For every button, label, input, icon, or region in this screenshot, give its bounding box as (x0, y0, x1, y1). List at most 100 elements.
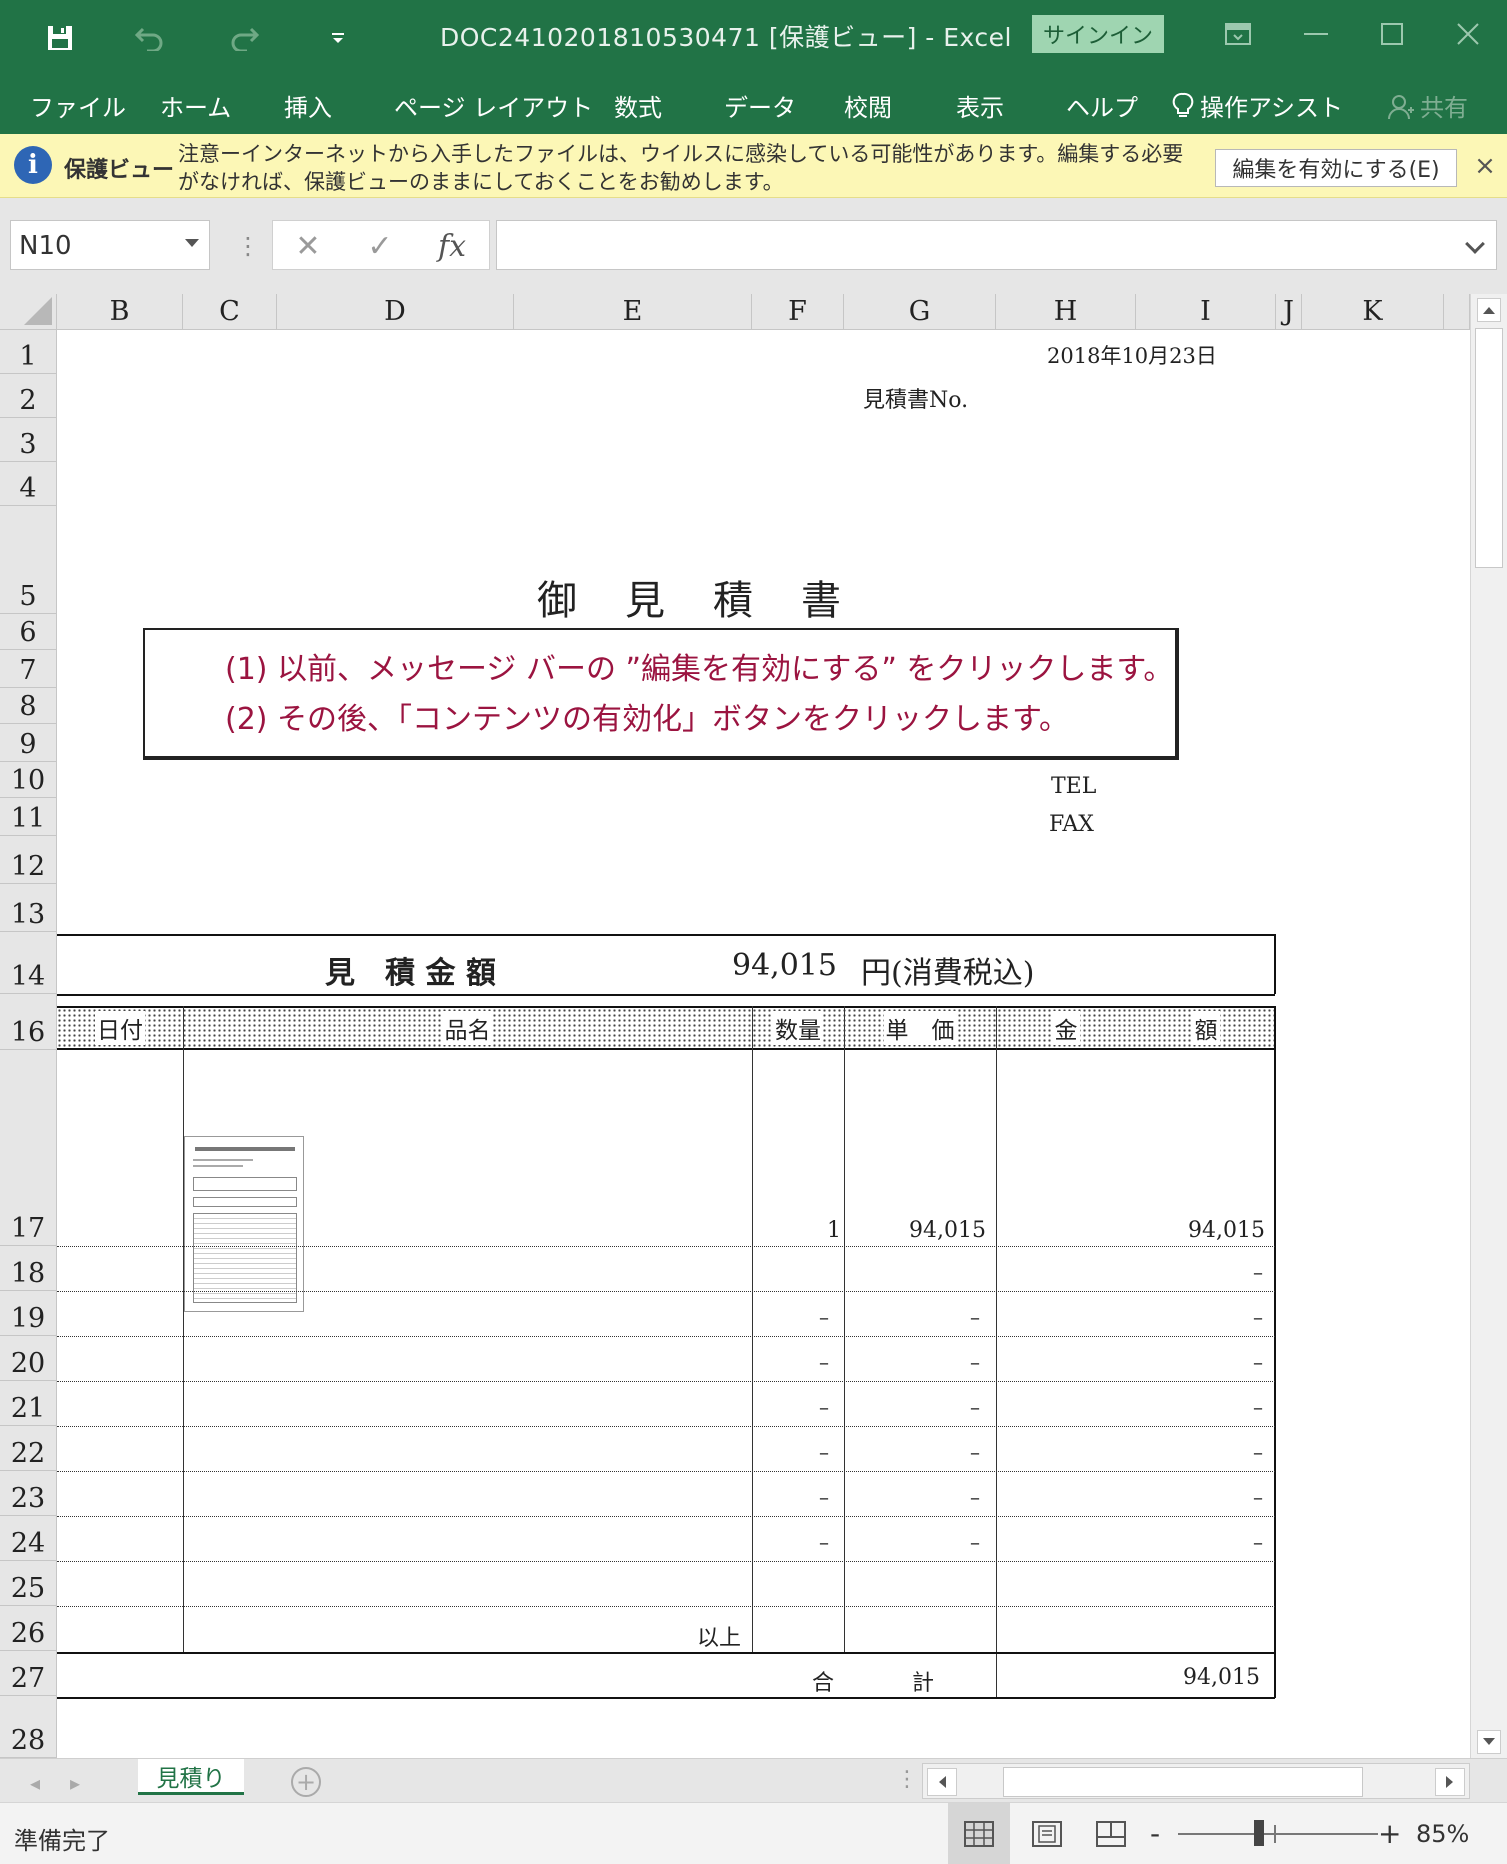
row-header-19[interactable]: 19 (0, 1291, 57, 1336)
row-header-2[interactable]: 2 (0, 374, 57, 418)
item-unit-price[interactable]: 94,015 (909, 1218, 986, 1243)
scroll-up-icon[interactable] (1477, 298, 1501, 322)
tab-data[interactable]: データ (724, 88, 796, 123)
fax-label[interactable]: FAX (1049, 812, 1094, 837)
name-box[interactable]: N10 (10, 220, 210, 270)
dash-r21-amount[interactable]: – (1253, 1395, 1263, 1419)
zoom-slider-knob[interactable] (1254, 1820, 1264, 1846)
protected-view-close-button[interactable]: × (1470, 148, 1500, 184)
total-label-b[interactable]: 計 (912, 1665, 934, 1697)
signin-button[interactable]: サインイン (1032, 15, 1164, 53)
add-sheet-button[interactable]: + (291, 1767, 321, 1797)
row-header-17[interactable]: 17 (0, 1050, 57, 1246)
close-icon[interactable] (1438, 8, 1498, 60)
minimize-icon[interactable] (1286, 8, 1346, 60)
dash-r18-amount[interactable]: – (1253, 1260, 1263, 1284)
column-header-b[interactable]: B (57, 294, 183, 330)
row-header-7[interactable]: 7 (0, 650, 57, 688)
select-all-corner[interactable] (0, 294, 57, 330)
expand-formula-icon[interactable] (1465, 234, 1485, 254)
formula-input[interactable] (496, 220, 1497, 270)
row-header-27[interactable]: 27 (0, 1651, 57, 1696)
scroll-left-icon[interactable] (927, 1768, 957, 1796)
dash-r23-qty[interactable]: – (819, 1485, 829, 1509)
cancel-icon[interactable]: ✕ (283, 227, 333, 265)
normal-view-icon[interactable] (948, 1803, 1010, 1864)
end-label[interactable]: 以上 (697, 1620, 741, 1652)
undo-icon[interactable] (122, 10, 178, 66)
next-sheet-icon[interactable]: ▸ (70, 1771, 80, 1795)
page-layout-view-icon[interactable] (1016, 1803, 1078, 1864)
header-date[interactable]: 日付 (57, 1010, 183, 1046)
row-header-18[interactable]: 18 (0, 1246, 57, 1291)
row-header-24[interactable]: 24 (0, 1516, 57, 1561)
row-header-1[interactable]: 1 (0, 330, 57, 374)
tel-label[interactable]: TEL (1051, 774, 1096, 799)
redo-icon[interactable] (216, 10, 272, 66)
total-value[interactable]: 94,015 (1183, 1665, 1260, 1690)
dash-r20-amount[interactable]: – (1253, 1350, 1263, 1374)
tab-formulas[interactable]: 数式 (614, 88, 662, 123)
column-header-e[interactable]: E (514, 294, 752, 330)
row-header-9[interactable]: 9 (0, 724, 57, 762)
column-header-c[interactable]: C (183, 294, 277, 330)
enter-icon[interactable]: ✓ (355, 227, 405, 265)
dash-r23-price[interactable]: – (970, 1485, 980, 1509)
sheet-content[interactable]: 2018年10月23日 見積書No. 御 見 積 書 (1) 以前、メッセージ … (57, 330, 1470, 1758)
row-header-8[interactable]: 8 (0, 688, 57, 724)
row-header-23[interactable]: 23 (0, 1471, 57, 1516)
customize-qat-icon[interactable] (310, 10, 366, 66)
date-cell[interactable]: 2018年10月23日 (1047, 340, 1217, 370)
row-header-12[interactable]: 12 (0, 836, 57, 884)
share-button[interactable]: 共有 (1388, 88, 1468, 126)
chevron-down-icon[interactable] (185, 239, 199, 247)
amount-suffix[interactable]: 円(消費税込) (861, 948, 1034, 992)
embedded-document-image[interactable] (184, 1136, 304, 1312)
dash-r19-price[interactable]: – (970, 1305, 980, 1329)
estimate-number-label[interactable]: 見積書No. (863, 382, 968, 414)
horizontal-scroll-thumb[interactable] (1003, 1767, 1363, 1797)
tab-home[interactable]: ホーム (160, 88, 231, 123)
scroll-down-icon[interactable] (1477, 1730, 1501, 1754)
row-header-21[interactable]: 21 (0, 1381, 57, 1426)
column-header-g[interactable]: G (844, 294, 996, 330)
row-header-4[interactable]: 4 (0, 462, 57, 506)
header-unit-price[interactable]: 単 価 (844, 1010, 996, 1046)
dash-r21-price[interactable]: – (970, 1395, 980, 1419)
column-header-j[interactable]: J (1276, 294, 1302, 330)
item-amount[interactable]: 94,015 (1188, 1218, 1265, 1243)
dash-r24-qty[interactable]: – (819, 1530, 829, 1554)
dash-r19-amount[interactable]: – (1253, 1305, 1263, 1329)
ribbon-display-icon[interactable] (1208, 8, 1268, 60)
total-label-a[interactable]: 合 (812, 1665, 834, 1697)
vertical-scroll-thumb[interactable] (1475, 328, 1503, 568)
tab-insert[interactable]: 挿入 (284, 88, 332, 123)
header-item[interactable]: 品名 (183, 1010, 752, 1046)
dash-r19-qty[interactable]: – (819, 1305, 829, 1329)
dash-r21-qty[interactable]: – (819, 1395, 829, 1419)
prev-sheet-icon[interactable]: ◂ (30, 1771, 40, 1795)
row-header-20[interactable]: 20 (0, 1336, 57, 1381)
dash-r24-price[interactable]: – (970, 1530, 980, 1554)
zoom-in-button[interactable]: + (1378, 1817, 1401, 1850)
maximize-icon[interactable] (1362, 8, 1422, 60)
zoom-level[interactable]: 85% (1416, 1820, 1469, 1848)
amount-label[interactable]: 見 積 金 額 (325, 948, 496, 992)
sheet-tab-estimate[interactable]: 見積り (138, 1759, 244, 1795)
row-header-13[interactable]: 13 (0, 884, 57, 932)
dash-r23-amount[interactable]: – (1253, 1485, 1263, 1509)
header-amount-right[interactable]: 額 (1136, 1010, 1276, 1046)
dash-r22-price[interactable]: – (970, 1440, 980, 1464)
row-header-3[interactable]: 3 (0, 418, 57, 462)
horizontal-scrollbar[interactable] (922, 1763, 1470, 1799)
dash-r22-qty[interactable]: – (819, 1440, 829, 1464)
column-header-k[interactable]: K (1302, 294, 1444, 330)
page-break-view-icon[interactable] (1080, 1803, 1142, 1864)
row-header-10[interactable]: 10 (0, 762, 57, 798)
column-header-i[interactable]: I (1136, 294, 1276, 330)
row-header-16[interactable]: 16 (0, 994, 57, 1050)
row-header-28[interactable]: 28 (0, 1696, 57, 1758)
enable-editing-button[interactable]: 編集を有効にする(E) (1215, 149, 1457, 187)
insert-function-button[interactable]: fx (427, 227, 477, 265)
tab-file[interactable]: ファイル (30, 88, 126, 123)
